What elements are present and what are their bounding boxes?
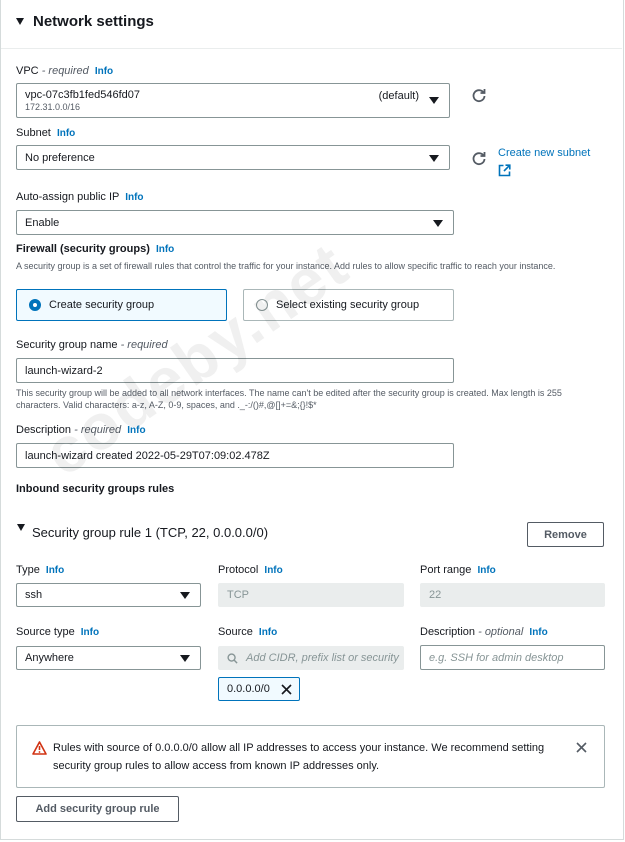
type-value: ssh <box>25 589 43 601</box>
protocol-value: TCP <box>227 589 249 601</box>
description-info-link[interactable]: Info <box>127 425 145 436</box>
rule-desc-label-row: Description - optional Info <box>420 626 548 638</box>
select-existing-security-group-label: Select existing security group <box>276 299 420 311</box>
protocol-label-row: Protocol Info <box>218 564 283 576</box>
rule-desc-label: Description <box>420 626 476 638</box>
type-info-link[interactable]: Info <box>46 565 64 576</box>
chevron-down-icon <box>180 655 190 662</box>
refresh-icon[interactable] <box>471 150 487 166</box>
protocol-label: Protocol <box>218 564 259 576</box>
subnet-value: No preference <box>25 151 95 164</box>
source-type-info-link[interactable]: Info <box>81 627 99 638</box>
sg-name-label: Security group name <box>16 339 118 351</box>
firewall-label-row: Firewall (security groups) Info <box>16 243 174 255</box>
source-search-input[interactable]: Add CIDR, prefix list or security <box>218 646 404 670</box>
rule-desc-info-link[interactable]: Info <box>529 627 547 638</box>
radio-unselected-icon <box>256 299 268 311</box>
inbound-rules-title: Inbound security groups rules <box>16 483 175 495</box>
subnet-info-link[interactable]: Info <box>57 128 75 139</box>
type-label-row: Type Info <box>16 564 64 576</box>
external-link-icon[interactable] <box>498 164 511 177</box>
create-security-group-option[interactable]: Create security group <box>16 289 227 321</box>
close-icon[interactable] <box>281 684 292 695</box>
source-type-label: Source type <box>16 626 75 638</box>
source-placeholder: Add CIDR, prefix list or security <box>246 652 399 664</box>
type-label: Type <box>16 564 40 576</box>
firewall-description: A security group is a set of firewall ru… <box>16 261 556 271</box>
warning-alert: Rules with source of 0.0.0.0/0 allow all… <box>16 725 605 788</box>
vpc-label: VPC <box>16 65 39 77</box>
auto-assign-select[interactable]: Enable <box>16 210 454 235</box>
remove-rule-button[interactable]: Remove <box>527 522 604 547</box>
refresh-icon[interactable] <box>471 87 487 103</box>
create-subnet-link[interactable]: Create new subnet <box>498 147 590 159</box>
source-info-link[interactable]: Info <box>259 627 277 638</box>
vpc-select[interactable]: vpc-07c3fb1fed546fd07 172.31.0.0/16 (def… <box>16 83 450 118</box>
radio-selected-icon <box>29 299 41 311</box>
source-label-row: Source Info <box>218 626 277 638</box>
chevron-down-icon <box>429 154 439 162</box>
source-type-value: Anywhere <box>25 652 74 664</box>
vpc-label-row: VPC - required Info <box>16 65 113 77</box>
vpc-cidr: 172.31.0.0/16 <box>25 102 81 112</box>
description-label: Description <box>16 424 72 436</box>
description-label-row: Description - required Info <box>16 424 146 436</box>
type-select[interactable]: ssh <box>16 583 201 607</box>
select-existing-security-group-option[interactable]: Select existing security group <box>243 289 454 321</box>
vpc-info-link[interactable]: Info <box>95 66 113 77</box>
firewall-label: Firewall (security groups) <box>16 243 150 255</box>
source-token-value: 0.0.0.0/0 <box>227 683 270 695</box>
description-required: - required <box>74 424 122 436</box>
warning-icon <box>32 741 47 755</box>
close-icon[interactable] <box>576 742 587 753</box>
source-type-select[interactable]: Anywhere <box>16 646 201 670</box>
rule-description-input[interactable]: e.g. SSH for admin desktop <box>420 645 605 670</box>
auto-assign-label: Auto-assign public IP <box>16 191 120 203</box>
auto-assign-info-link[interactable]: Info <box>125 192 143 203</box>
rule-desc-placeholder: e.g. SSH for admin desktop <box>429 651 564 664</box>
sg-name-input[interactable]: launch-wizard-2 <box>16 358 454 383</box>
port-label-row: Port range Info <box>420 564 496 576</box>
protocol-info-link[interactable]: Info <box>264 565 282 576</box>
chevron-down-icon <box>433 219 443 227</box>
port-field: 22 <box>420 583 605 607</box>
source-token[interactable]: 0.0.0.0/0 <box>218 677 300 701</box>
source-label: Source <box>218 626 253 638</box>
collapse-caret-icon[interactable] <box>16 18 24 25</box>
sg-name-help: This security group will be added to all… <box>16 388 562 410</box>
chevron-down-icon <box>429 97 439 104</box>
header-divider <box>1 48 622 49</box>
subnet-select[interactable]: No preference <box>16 145 450 170</box>
port-label: Port range <box>420 564 472 576</box>
section-title: Network settings <box>33 13 154 30</box>
subnet-label: Subnet <box>16 127 51 139</box>
auto-assign-value: Enable <box>25 216 60 229</box>
chevron-down-icon <box>180 592 190 599</box>
description-input[interactable]: launch-wizard created 2022-05-29T07:09:0… <box>16 443 454 468</box>
sg-name-required: - required <box>120 339 168 351</box>
rule-title: Security group rule 1 (TCP, 22, 0.0.0.0/… <box>32 525 269 540</box>
subnet-label-row: Subnet Info <box>16 127 75 139</box>
search-icon <box>227 652 238 664</box>
protocol-field: TCP <box>218 583 404 607</box>
rule-desc-optional: - optional <box>478 626 524 638</box>
rule-collapse-caret-icon[interactable] <box>17 524 25 531</box>
sg-name-label-row: Security group name - required <box>16 339 168 351</box>
sg-name-value: launch-wizard-2 <box>25 364 103 377</box>
port-value: 22 <box>429 589 442 601</box>
network-settings-panel <box>0 0 624 840</box>
firewall-info-link[interactable]: Info <box>156 244 174 255</box>
add-security-group-rule-button[interactable]: Add security group rule <box>16 796 179 822</box>
source-type-label-row: Source type Info <box>16 626 99 638</box>
warning-text: Rules with source of 0.0.0.0/0 allow all… <box>53 742 545 772</box>
description-value: launch-wizard created 2022-05-29T07:09:0… <box>25 449 270 462</box>
vpc-default-tag: (default) <box>378 90 419 102</box>
vpc-required: - required <box>41 65 89 77</box>
auto-assign-label-row: Auto-assign public IP Info <box>16 191 144 203</box>
port-info-link[interactable]: Info <box>477 565 495 576</box>
create-security-group-label: Create security group <box>49 299 155 311</box>
